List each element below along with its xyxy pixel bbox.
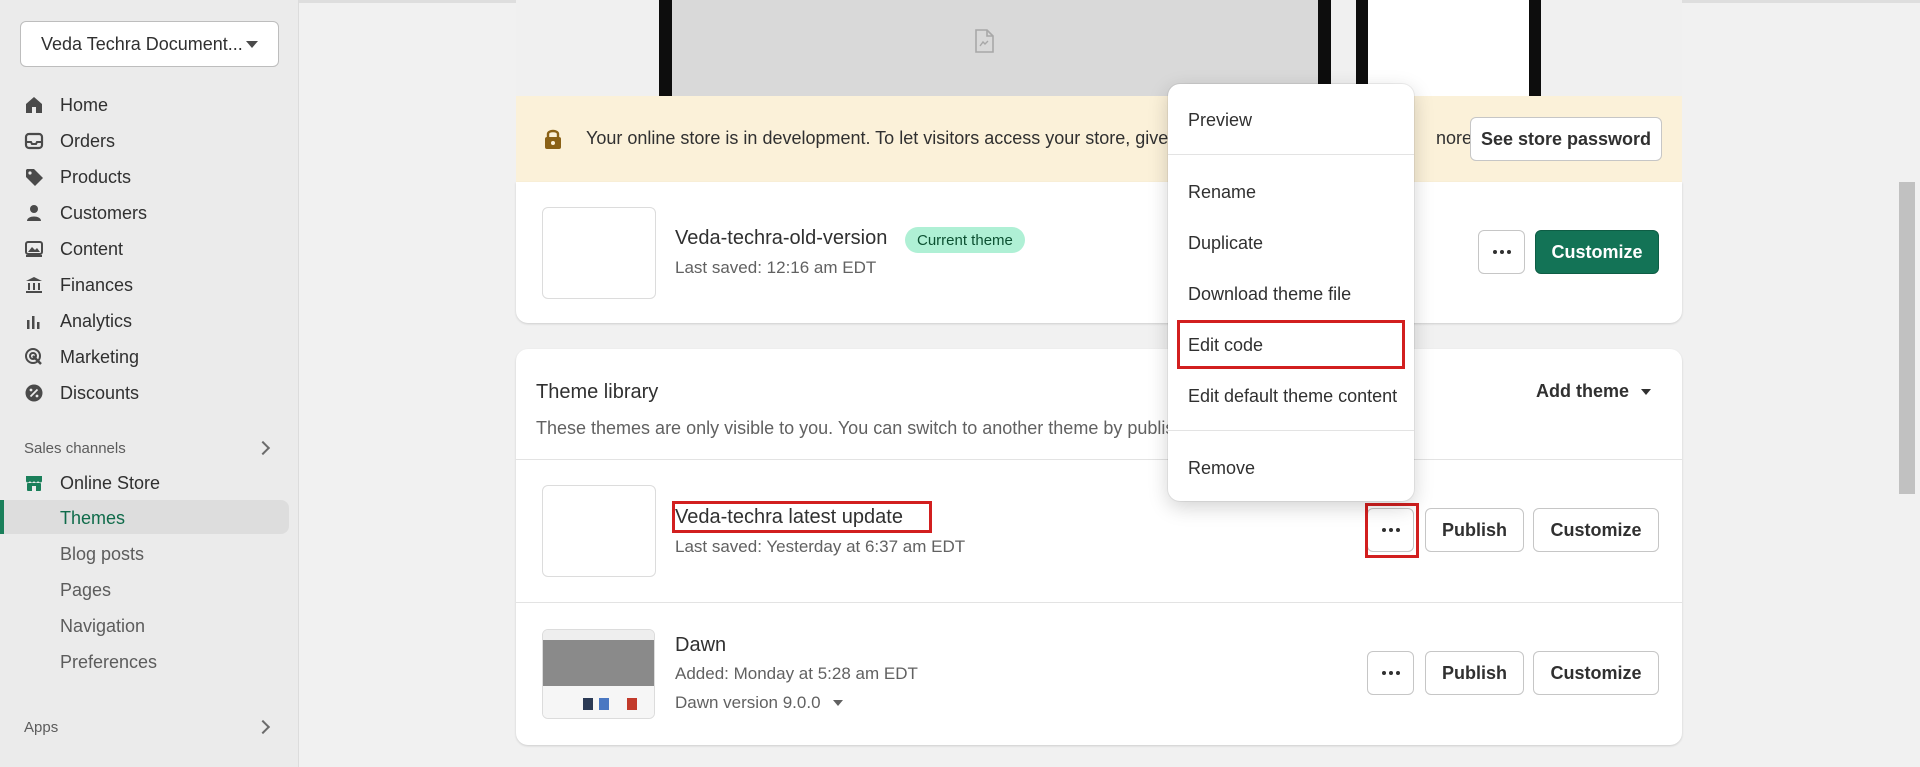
theme-added-date: Added: Monday at 5:28 am EDT	[675, 664, 918, 683]
nav-label: Marketing	[60, 346, 140, 367]
menu-item-preview[interactable]: Preview	[1188, 110, 1252, 131]
active-item-highlight	[0, 500, 289, 534]
chevron-right-icon	[255, 719, 271, 735]
more-horizontal-icon	[1381, 671, 1400, 675]
sidebar-item-themes[interactable]: Themes	[60, 503, 125, 533]
sales-channels-label: Sales channels	[24, 439, 126, 457]
menu-item-edit-default-theme-content[interactable]: Edit default theme content	[1188, 386, 1397, 407]
apps-label: Apps	[24, 718, 59, 736]
store-name: Veda Techra Document...	[41, 33, 243, 54]
actions-button-highlight	[1365, 503, 1419, 558]
caret-down-icon	[1641, 388, 1652, 395]
nav-item-content[interactable]: Content	[24, 234, 123, 264]
caret-down-icon	[246, 41, 258, 48]
nav-label: Products	[60, 166, 132, 187]
apps-header[interactable]: Apps	[24, 715, 274, 739]
theme-name-highlight	[672, 501, 932, 533]
lock-icon	[545, 129, 561, 149]
theme-version: Dawn version 9.0.0	[675, 693, 821, 712]
menu-item-duplicate[interactable]: Duplicate	[1188, 233, 1263, 254]
menu-divider	[1168, 430, 1414, 431]
menu-item-rename[interactable]: Rename	[1188, 182, 1256, 203]
nav-item-marketing[interactable]: Marketing	[24, 342, 139, 372]
theme-library-title: Theme library	[536, 381, 659, 403]
person-icon	[24, 203, 44, 223]
nav-item-customers[interactable]: Customers	[24, 198, 147, 228]
add-theme-label: Add theme	[1536, 381, 1630, 401]
image-icon	[24, 239, 44, 259]
dawn-theme-thumbnail	[542, 629, 655, 719]
see-store-password-button[interactable]: See store password	[1470, 117, 1662, 161]
nav-label: Content	[60, 238, 124, 259]
nav-item-orders[interactable]: Orders	[24, 126, 115, 156]
theme-actions-menu: Preview Rename Duplicate Download theme …	[1168, 84, 1414, 501]
target-icon	[24, 347, 44, 367]
sidebar-item-blog-posts[interactable]: Blog posts	[60, 539, 144, 569]
current-theme-customize-button[interactable]: Customize	[1535, 230, 1659, 274]
publish-button[interactable]: Publish	[1425, 651, 1524, 695]
store-selector[interactable]: Veda Techra Document...	[20, 21, 279, 67]
nav-item-discounts[interactable]: Discounts	[24, 378, 139, 408]
current-theme-last-saved: Last saved: 12:16 am EDT	[675, 258, 877, 277]
theme-library-description: These themes are only visible to you. Yo…	[536, 418, 1189, 438]
theme-thumbnail	[542, 485, 656, 577]
home-icon	[24, 95, 44, 115]
divider	[516, 459, 1682, 460]
scrollbar[interactable]	[1899, 182, 1915, 494]
current-theme-badge: Current theme	[905, 227, 1025, 253]
mobile-preview-frame	[1356, 0, 1541, 96]
more-horizontal-icon	[1492, 250, 1511, 254]
nav-item-finances[interactable]: Finances	[24, 270, 133, 300]
current-theme-thumbnail	[542, 207, 656, 299]
nav-label: Online Store	[60, 472, 161, 493]
nav-label: Discounts	[60, 382, 140, 403]
tag-icon	[24, 167, 44, 187]
menu-item-download-theme-file[interactable]: Download theme file	[1188, 284, 1351, 305]
nav-item-analytics[interactable]: Analytics	[24, 306, 132, 336]
nav-item-home[interactable]: Home	[24, 90, 108, 120]
sidebar-item-pages[interactable]: Pages	[60, 575, 111, 605]
bank-icon	[24, 275, 44, 295]
nav-item-products[interactable]: Products	[24, 162, 131, 192]
file-placeholder-icon	[975, 29, 994, 53]
store-icon	[24, 473, 44, 493]
caret-down-icon	[832, 700, 843, 706]
customize-button[interactable]: Customize	[1533, 651, 1659, 695]
nav-label: Orders	[60, 130, 116, 151]
theme-name: Dawn	[675, 634, 727, 656]
nav-label: Analytics	[60, 310, 133, 331]
menu-item-remove[interactable]: Remove	[1188, 458, 1255, 479]
menu-divider	[1168, 154, 1414, 155]
sidebar-item-navigation[interactable]: Navigation	[60, 611, 145, 641]
nav-item-online-store[interactable]: Online Store	[24, 468, 160, 498]
edit-code-highlight	[1177, 320, 1405, 369]
theme-version-dropdown[interactable]: Dawn version 9.0.0	[675, 693, 843, 713]
customize-button[interactable]: Customize	[1533, 508, 1659, 552]
sidebar-item-preferences[interactable]: Preferences	[60, 647, 157, 677]
desktop-preview-frame	[659, 0, 1331, 96]
divider	[516, 602, 1682, 603]
banner-text-trailing: nore	[1436, 128, 1473, 148]
theme-actions-button[interactable]	[1367, 651, 1414, 695]
current-theme-actions-button[interactable]	[1478, 230, 1525, 274]
nav-label: Customers	[60, 202, 148, 223]
publish-button[interactable]: Publish	[1425, 508, 1524, 552]
sales-channels-header[interactable]: Sales channels	[24, 436, 274, 460]
inbox-icon	[24, 131, 44, 151]
nav-label: Finances	[60, 274, 134, 295]
bar-chart-icon	[24, 311, 44, 331]
banner-text: Your online store is in development. To …	[586, 128, 1199, 148]
nav-label: Home	[60, 94, 109, 115]
discount-icon	[24, 383, 44, 403]
sidebar: Veda Techra Document... Home Orders Prod…	[0, 0, 299, 767]
add-theme-button[interactable]: Add theme	[1536, 381, 1652, 402]
current-theme-name: Veda-techra-old-version	[675, 227, 888, 249]
chevron-right-icon	[255, 440, 271, 456]
theme-last-saved: Last saved: Yesterday at 6:37 am EDT	[675, 537, 966, 556]
